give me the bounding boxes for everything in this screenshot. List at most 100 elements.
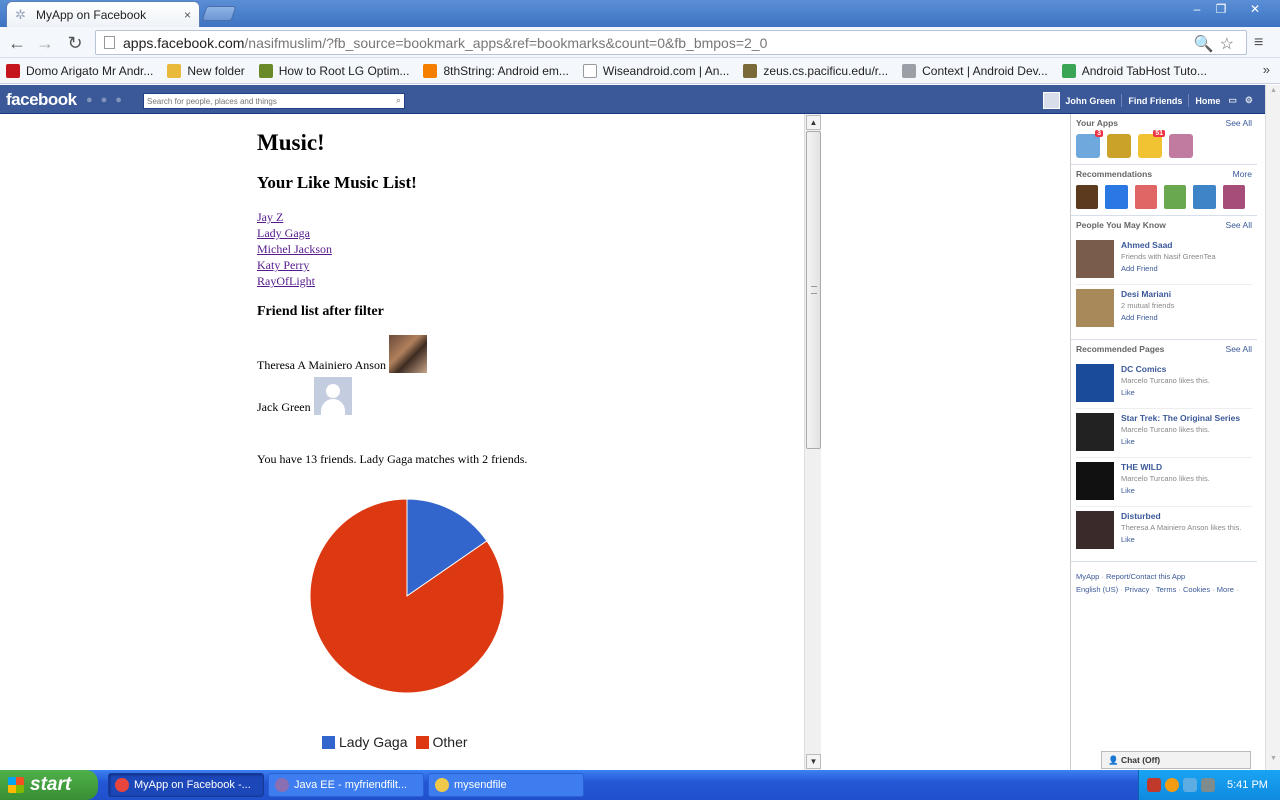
notification-jewels-icon[interactable]: ●●● [86, 94, 130, 106]
cookies-link[interactable]: Cookies [1183, 585, 1210, 594]
default-avatar-icon [313, 377, 352, 415]
minimize-button[interactable]: – [1186, 1, 1208, 17]
address-bar[interactable]: apps.facebook.com/nasifmuslim/?fb_source… [95, 30, 1247, 55]
divider [1188, 94, 1190, 107]
app-icon[interactable] [1107, 134, 1131, 158]
bookmark-item[interactable]: 8thString: Android em... [423, 63, 569, 78]
card-picture[interactable] [1076, 511, 1114, 549]
privacy-link[interactable]: Privacy [1125, 585, 1150, 594]
friend-item: Jack Green [257, 377, 352, 415]
canvas-scrollbar[interactable]: ▲ ▼ [804, 114, 821, 770]
card-action-link[interactable]: Add Friend [1121, 313, 1174, 322]
user-name-link[interactable]: John Green [1065, 96, 1115, 106]
report-app-link[interactable]: Report/Contact this App [1106, 572, 1185, 581]
music-link-rayoflight[interactable]: RayOfLight [257, 273, 332, 289]
chart-legend: Lady Gaga Other [322, 734, 476, 750]
browser-tab[interactable]: ✲ MyApp on Facebook × [6, 1, 200, 27]
find-friends-link[interactable]: Find Friends [1128, 96, 1182, 106]
music-link-katy-perry[interactable]: Katy Perry [257, 257, 332, 273]
search-icon[interactable]: ⌕ [396, 95, 401, 106]
music-link-michel-jackson[interactable]: Michel Jackson [257, 241, 332, 257]
facebook-search-input[interactable] [144, 96, 384, 106]
bookmark-label: Wiseandroid.com | An... [602, 63, 730, 78]
recommended-app-icon[interactable] [1134, 185, 1157, 209]
tab-close-icon[interactable]: × [184, 8, 191, 22]
bookmark-item[interactable]: New folder [167, 63, 245, 78]
close-window-button[interactable]: ✕ [1244, 1, 1266, 17]
account-icon[interactable]: ▭ [1228, 95, 1237, 106]
card-picture[interactable] [1076, 413, 1114, 451]
user-avatar[interactable] [1043, 92, 1061, 109]
footer-app-link[interactable]: MyApp [1076, 572, 1099, 581]
bookmark-item[interactable]: Context | Android Dev... [902, 63, 1048, 78]
new-tab-button[interactable] [201, 6, 237, 21]
bookmark-item[interactable]: How to Root LG Optim... [258, 63, 409, 78]
network-icon[interactable] [1165, 778, 1179, 792]
music-link-lady-gaga[interactable]: Lady Gaga [257, 225, 332, 241]
facebook-logo[interactable]: facebook [6, 90, 77, 110]
divider [1121, 94, 1123, 107]
security-shield-icon[interactable] [1147, 778, 1161, 792]
card-name-link[interactable]: THE WILD [1121, 462, 1210, 472]
bookmark-item[interactable]: zeus.cs.pacificu.edu/r... [743, 63, 888, 78]
more-link[interactable]: More [1233, 169, 1252, 179]
recommended-app-icon[interactable] [1163, 185, 1187, 209]
card-name-link[interactable]: Ahmed Saad [1121, 240, 1216, 250]
scroll-thumb[interactable] [806, 131, 821, 449]
see-all-link[interactable]: See All [1226, 118, 1252, 128]
card-picture[interactable] [1076, 364, 1114, 402]
recommended-app-icon[interactable] [1193, 185, 1216, 209]
browser-menu-icon[interactable]: ≡ [1254, 34, 1263, 52]
recommended-app-icon[interactable] [1076, 185, 1099, 209]
card-action-link[interactable]: Like [1121, 437, 1240, 446]
back-button[interactable]: ← [6, 32, 28, 54]
bookmark-item[interactable]: Android TabHost Tuto... [1061, 63, 1207, 78]
scroll-up-arrow-icon[interactable]: ▲ [1267, 87, 1280, 100]
display-icon[interactable] [1201, 778, 1215, 792]
card-name-link[interactable]: Star Trek: The Original Series [1121, 413, 1240, 423]
recommended-app-icon[interactable] [1105, 185, 1128, 209]
card-name-link[interactable]: Disturbed [1121, 511, 1241, 521]
card-picture[interactable] [1076, 240, 1114, 278]
home-link[interactable]: Home [1195, 96, 1220, 106]
facebook-search[interactable]: ⌕ [143, 93, 405, 109]
card-picture[interactable] [1076, 462, 1114, 500]
see-all-link[interactable]: See All [1226, 220, 1252, 230]
taskbar-item-chrome[interactable]: MyApp on Facebook -... [108, 773, 264, 797]
maximize-button[interactable]: ❐ [1210, 1, 1232, 17]
bookmark-item[interactable]: Wiseandroid.com | An... [582, 63, 730, 78]
app-icon[interactable]: 3 [1076, 130, 1103, 158]
start-button[interactable]: start [0, 770, 98, 800]
card-action-link[interactable]: Add Friend [1121, 264, 1216, 273]
card-name-link[interactable]: Desi Mariani [1121, 289, 1174, 299]
music-link-jay-z[interactable]: Jay Z [257, 209, 332, 225]
page-scrollbar[interactable]: ▲ ▼ [1265, 85, 1280, 770]
card-action-link[interactable]: Like [1121, 535, 1241, 544]
card-subtext: Marcelo Turcano likes this. [1121, 376, 1210, 385]
card-picture[interactable] [1076, 289, 1114, 327]
taskbar-item-eclipse[interactable]: Java EE - myfriendfilt... [268, 773, 424, 797]
see-all-link[interactable]: See All [1226, 344, 1252, 354]
recommended-app-icon[interactable] [1222, 185, 1245, 209]
card-name-link[interactable]: DC Comics [1121, 364, 1210, 374]
settings-gear-icon[interactable]: ⚙ [1245, 95, 1253, 106]
taskbar-item-folder[interactable]: mysendfile [428, 773, 584, 797]
pages-list: DC Comics Marcelo Turcano likes this. Like… [1076, 360, 1252, 555]
app-icon[interactable]: 51 [1138, 130, 1165, 158]
terms-link[interactable]: Terms [1156, 585, 1176, 594]
scroll-down-arrow-icon[interactable]: ▼ [1267, 755, 1280, 768]
app-icon[interactable] [1169, 134, 1193, 158]
bookmark-item[interactable]: Domo Arigato Mr Andr... [6, 63, 153, 78]
card-action-link[interactable]: Like [1121, 486, 1210, 495]
forward-button[interactable]: → [34, 32, 56, 54]
bookmarks-overflow-icon[interactable]: » [1263, 62, 1270, 77]
camera-icon[interactable] [1183, 778, 1197, 792]
zoom-and-star-icon[interactable]: 🔍☆ [1194, 34, 1240, 54]
reload-button[interactable]: ↻ [64, 32, 86, 54]
scroll-up-arrow-icon[interactable]: ▲ [806, 115, 821, 130]
scroll-down-arrow-icon[interactable]: ▼ [806, 754, 821, 769]
chat-bar[interactable]: 👤 Chat (Off) [1101, 751, 1251, 769]
more-footer-link[interactable]: More [1217, 585, 1234, 594]
language-link[interactable]: English (US) [1076, 585, 1118, 594]
card-action-link[interactable]: Like [1121, 388, 1210, 397]
